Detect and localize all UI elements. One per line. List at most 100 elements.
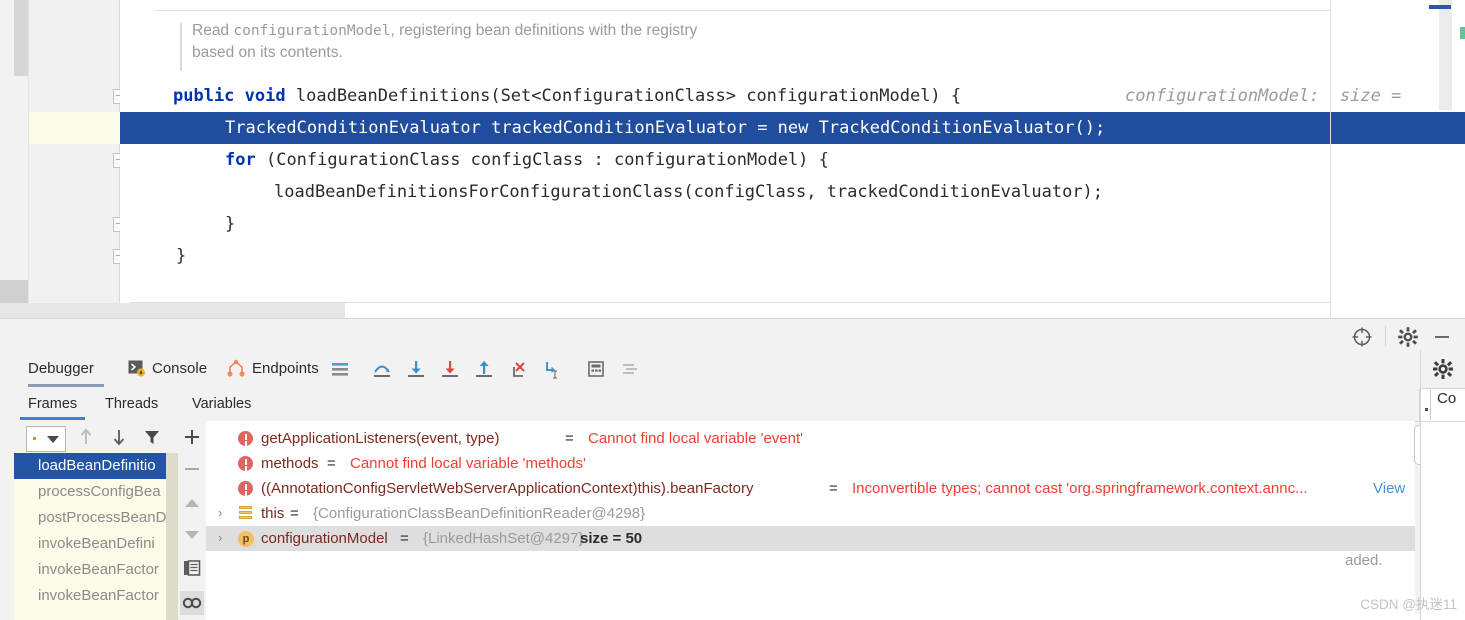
variable-equals: = — [829, 480, 838, 497]
frames-list[interactable]: loadBeanDefinitio processConfigBea postP… — [14, 453, 178, 620]
inline-hint-117: configurationModel: size = — [1125, 86, 1402, 106]
frame-row[interactable]: postProcessBeanD — [14, 505, 178, 531]
minimize-icon[interactable] — [1430, 326, 1454, 348]
debug-window-header — [0, 318, 1465, 351]
kw-public: public — [173, 86, 235, 106]
add-watch-icon[interactable] — [180, 425, 204, 449]
code-line-119[interactable]: for (ConfigurationClass configClass : co… — [225, 144, 829, 176]
console-output-area[interactable] — [206, 614, 1420, 620]
variable-name: configurationModel — [261, 530, 388, 547]
variable-equals: = — [565, 430, 574, 447]
frame-down-icon[interactable] — [107, 425, 131, 447]
editor-vertical-scrollbar[interactable] — [1439, 0, 1452, 110]
code-editor[interactable]: 112 117 118 119 120 121 122 123 Read con… — [0, 0, 1465, 318]
code-line-118[interactable]: TrackedConditionEvaluator trackedConditi… — [225, 112, 1105, 144]
sub-tab-frames[interactable]: Frames — [19, 388, 86, 420]
code-text-area[interactable]: Read configurationModel, registering bea… — [120, 0, 1465, 318]
code-line-117[interactable]: public void loadBeanDefinitions(Set<Conf… — [173, 80, 961, 112]
kw-for: for — [225, 150, 256, 170]
debugger-sub-tab-bar: Frames Threads Variables — [0, 388, 1465, 459]
expand-toggle-icon[interactable]: › — [218, 531, 230, 544]
tab-debugger-label: Debugger — [28, 360, 94, 377]
kw-void: void — [244, 86, 286, 106]
code-line-122[interactable]: } — [176, 240, 186, 272]
settings-gear-icon[interactable] — [1396, 326, 1420, 348]
variable-equals: = — [327, 455, 336, 472]
frame-row[interactable]: invokeBeanFactor — [14, 583, 178, 609]
show-execution-point-icon[interactable] — [328, 358, 352, 380]
variable-row[interactable]: methods = Cannot find local variable 'me… — [206, 451, 1415, 476]
locate-icon[interactable] — [1350, 326, 1374, 348]
sub-tab-variables-label: Variables — [192, 396, 252, 412]
settings-gear-icon[interactable] — [1430, 357, 1456, 381]
thread-status-dot-icon — [33, 437, 36, 440]
console-bullet-icon — [1425, 408, 1428, 411]
variables-tree[interactable]: getApplicationListeners(event, type) = C… — [206, 421, 1415, 614]
sub-tab-threads[interactable]: Threads — [105, 388, 158, 420]
variable-equals: = — [400, 530, 409, 547]
variable-name: getApplicationListeners(event, type) — [261, 430, 500, 447]
variable-name: this — [261, 505, 285, 522]
variable-value: {ConfigurationClassBeanDefinitionReader@… — [313, 505, 646, 522]
thread-selector-dropdown[interactable] — [26, 426, 66, 452]
expand-toggle-icon[interactable]: › — [218, 506, 230, 519]
javadoc-text: Read configurationModel, registering bea… — [192, 20, 1282, 64]
view-error-link[interactable]: View — [1373, 476, 1405, 501]
frame-up-icon[interactable] — [74, 425, 98, 447]
code-line-119-body: (ConfigurationClass configClass : config… — [265, 150, 829, 170]
code-line-121[interactable]: } — [225, 208, 235, 240]
javadoc-accent-bar — [180, 23, 182, 71]
line-number-gutter — [29, 0, 120, 318]
variable-row[interactable]: › this = {ConfigurationClassBeanDefiniti… — [206, 501, 1415, 526]
javadoc-line2: based on its contents. — [192, 44, 343, 61]
sub-tab-threads-label: Threads — [105, 396, 159, 412]
code-line-120[interactable]: loadBeanDefinitionsForConfigurationClass… — [274, 176, 1103, 208]
frames-vertical-scrollbar[interactable] — [166, 453, 178, 620]
stack-frame-icon — [239, 506, 252, 521]
drop-frame-icon[interactable] — [506, 358, 530, 380]
step-over-icon[interactable] — [370, 358, 394, 380]
step-into-icon[interactable] — [404, 358, 428, 380]
variable-row[interactable]: › p configurationModel = {LinkedHashSet@… — [206, 526, 1415, 551]
scroll-marker-execution — [1429, 5, 1451, 9]
right-strip-separator — [1421, 421, 1465, 422]
remove-watch-icon[interactable] — [180, 457, 204, 481]
trace-icon[interactable] — [618, 358, 642, 380]
current-line-gutter-highlight — [29, 112, 120, 144]
error-icon — [238, 481, 253, 496]
move-up-icon[interactable] — [180, 491, 204, 515]
javadoc-prefix: Read — [192, 22, 234, 39]
sub-tab-variables[interactable]: Variables — [192, 388, 251, 420]
editor-inlay-separator — [1330, 0, 1331, 318]
filter-frames-icon[interactable] — [140, 425, 164, 447]
code-line-117-body: loadBeanDefinitions(Set<ConfigurationCla… — [295, 86, 962, 106]
variable-error-text: Cannot find local variable 'event' — [588, 430, 804, 447]
force-step-into-icon[interactable] — [438, 358, 462, 380]
right-console-label[interactable]: Co — [1437, 390, 1456, 407]
inspect-icon[interactable] — [180, 591, 204, 615]
variable-value: {LinkedHashSet@4297} — [423, 530, 584, 547]
frame-row[interactable]: processConfigBea — [14, 479, 178, 505]
error-icon — [238, 431, 253, 446]
variable-row[interactable]: ((AnnotationConfigServletWebServerApplic… — [206, 476, 1415, 501]
variable-name: ((AnnotationConfigServletWebServerApplic… — [261, 480, 754, 497]
sub-tab-frames-label: Frames — [28, 396, 78, 412]
console-output-text: aded. — [1345, 552, 1383, 569]
editor-scroll-marker-top — [14, 0, 28, 76]
copy-icon[interactable] — [180, 557, 204, 581]
frame-row[interactable]: invokeBeanFactor — [14, 557, 178, 583]
step-out-icon[interactable] — [472, 358, 496, 380]
debugger-tool-window: Debugger Console Endpoints Frames Thread… — [0, 350, 1465, 620]
frame-row[interactable]: invokeBeanDefini — [14, 531, 178, 557]
tab-debugger[interactable]: Debugger — [28, 350, 104, 387]
variable-row[interactable]: getApplicationListeners(event, type) = C… — [206, 426, 1415, 451]
console-icon — [128, 360, 145, 377]
frame-row[interactable]: loadBeanDefinitio — [14, 453, 178, 479]
run-to-cursor-icon[interactable] — [540, 358, 564, 380]
tab-console-label: Console — [152, 360, 208, 377]
evaluate-expression-icon[interactable] — [584, 358, 608, 380]
javadoc-popup: Read configurationModel, registering bea… — [155, 10, 1330, 76]
scroll-marker-analysis-ok — [1460, 27, 1465, 39]
error-icon — [238, 456, 253, 471]
move-down-icon[interactable] — [180, 523, 204, 547]
